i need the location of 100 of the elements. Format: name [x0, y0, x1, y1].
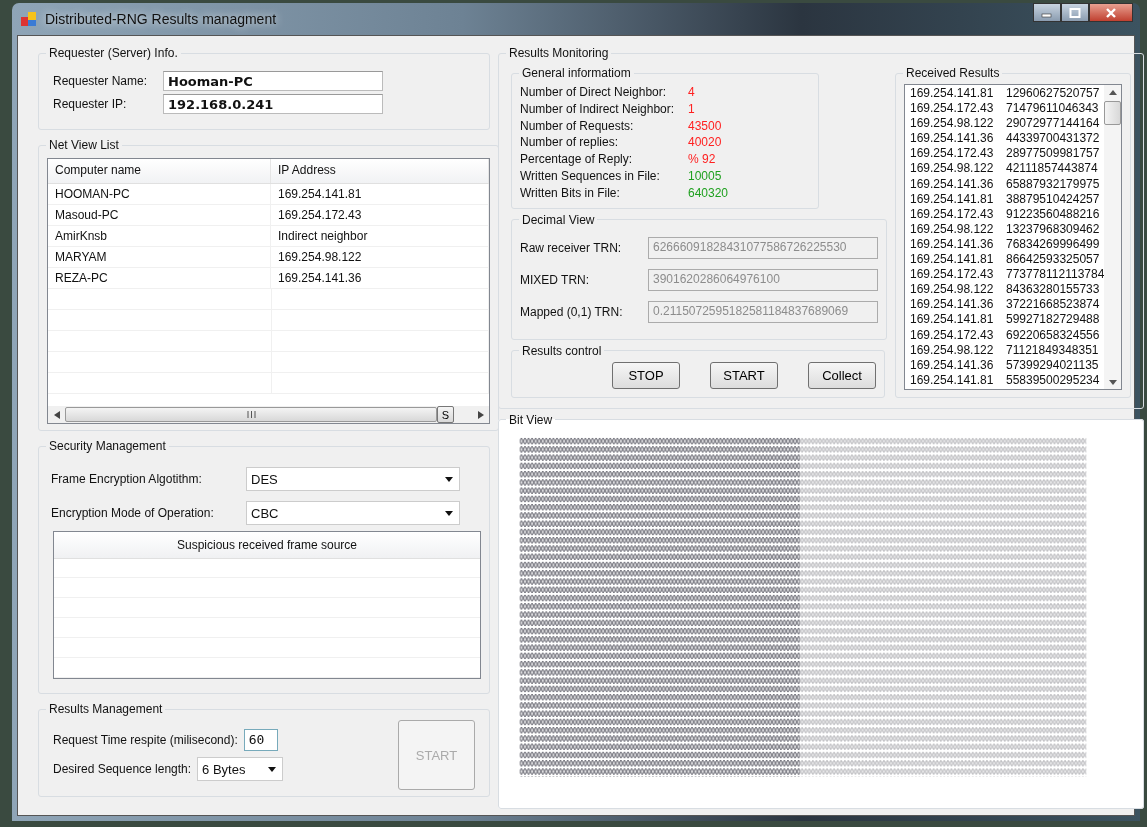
table-cell: 169.254.172.43 — [271, 205, 489, 225]
dropdown-value: DES — [251, 471, 278, 487]
stat-label: Number of Direct Neighbor: — [520, 84, 668, 101]
column-header[interactable]: IP Address — [271, 159, 489, 183]
field-label: Raw receiver TRN: — [520, 240, 623, 255]
control-button[interactable]: STOP — [612, 361, 680, 389]
ip-address: 169.254.172.43 — [910, 101, 995, 117]
group-title: Results control — [521, 343, 603, 358]
stat-value: 43500 — [688, 117, 722, 135]
result-number: 57399294021135 — [1006, 357, 1099, 373]
ip-address: 169.254.141.36 — [910, 357, 995, 373]
ip-address: 169.254.141.36 — [910, 131, 995, 147]
result-number: 69220658324556 — [1006, 327, 1100, 343]
stat-value: 1 — [688, 100, 695, 118]
dropdown-value: 6 Bytes — [202, 761, 246, 777]
stat-value: 40020 — [688, 134, 722, 152]
result-number: 12960627520757 — [1006, 86, 1100, 102]
field-label: Requester IP: — [53, 97, 128, 111]
table-cell: REZA-PC — [48, 268, 271, 288]
ip-address: 169.254.141.81 — [910, 191, 995, 207]
group-title: Net View List — [48, 138, 120, 152]
group-title: General informatiom — [521, 66, 632, 80]
dropdown[interactable]: CBC — [246, 501, 460, 525]
ip-address: 169.254.141.81 — [910, 372, 995, 388]
dropdown[interactable]: DES — [246, 467, 460, 491]
table-cell: AmirKnsb — [48, 226, 271, 246]
group-title: Received Results — [905, 66, 1001, 80]
control-button[interactable]: Collect — [808, 361, 876, 389]
field-label: Request Time respite (milisecond): — [53, 733, 238, 747]
vertical-scrollbar[interactable] — [1104, 85, 1122, 389]
minimize-button[interactable] — [1033, 3, 1061, 22]
stat-value: 640320 — [688, 184, 729, 202]
group-title: Results Management — [48, 702, 164, 716]
table-cell: Indirect neighbor — [271, 226, 489, 246]
group-title: Bit View — [508, 412, 554, 427]
group-title: Decimal View — [521, 212, 596, 227]
control-button[interactable]: START — [710, 361, 778, 389]
app-icon — [21, 11, 37, 27]
field-label: Requester Name: — [53, 74, 149, 88]
dropdown[interactable]: 6 Bytes — [197, 757, 284, 781]
window-title: Distributed-RNG Results managment — [45, 11, 278, 27]
table-cell: HOOMAN-PC — [48, 184, 271, 204]
table-cell: MARYAM — [48, 247, 271, 267]
result-number: 71479611046343 — [1006, 101, 1099, 117]
right-arrow-icon — [477, 410, 484, 419]
grip-icon — [246, 411, 256, 418]
number-field[interactable]: 60 — [243, 729, 278, 751]
table-cell: 169.254.141.36 — [271, 268, 489, 288]
text-field[interactable]: 192.168.0.241 — [163, 94, 383, 114]
stat-value: % 92 — [688, 151, 716, 168]
stat-label: Written Bits in File: — [520, 184, 621, 202]
scrollbar-thumb[interactable] — [65, 407, 437, 422]
down-arrow-icon — [1108, 379, 1117, 385]
result-number: 42111857443874 — [1006, 161, 1098, 177]
stat-value: 4 — [688, 84, 695, 101]
result-number: 773778112113784 — [1006, 267, 1105, 283]
field-label: Encryption Mode of Operation: — [51, 506, 215, 520]
caret-icon — [445, 476, 453, 482]
stat-label: Number of Indirect Neighbor: — [520, 100, 676, 118]
result-number: 29072977144164 — [1006, 116, 1100, 132]
scrollbar-thumb[interactable] — [1104, 101, 1122, 125]
table-cell: Masoud-PC — [48, 205, 271, 225]
ip-address: 169.254.98.122 — [910, 282, 995, 298]
left-arrow-icon — [53, 410, 60, 419]
result-number: 55839500295234 — [1006, 372, 1100, 388]
small-button[interactable]: S — [437, 406, 454, 423]
caret-icon — [445, 510, 453, 516]
result-number: 86642593325057 — [1006, 252, 1100, 268]
result-number: 28977509981757 — [1006, 146, 1100, 162]
group-title: Requester (Server) Info. — [48, 46, 179, 60]
up-arrow-icon — [1108, 89, 1117, 95]
stat-label: Percentage of Reply: — [520, 151, 634, 168]
ip-address: 169.254.98.122 — [910, 116, 995, 132]
result-number: 13237968309462 — [1006, 221, 1100, 237]
field-label: Frame Encryption Algotithm: — [51, 472, 203, 486]
field-label: Desired Sequence length: — [53, 762, 192, 776]
maximize-button[interactable] — [1061, 3, 1089, 22]
text-field[interactable]: Hooman-PC — [163, 71, 383, 91]
result-number: 44339700431372 — [1006, 131, 1100, 147]
ip-address: 169.254.98.122 — [910, 221, 995, 237]
field-label: Mapped (0,1) TRN: — [520, 304, 624, 319]
ip-address: 169.254.172.43 — [910, 267, 995, 283]
close-button[interactable] — [1089, 3, 1133, 22]
field-label: MIXED TRN: — [520, 272, 591, 287]
ip-address: 169.254.141.36 — [910, 297, 995, 313]
result-number: 91223560488216 — [1006, 206, 1100, 222]
result-number: 76834269996499 — [1006, 236, 1100, 253]
stat-label: Written Sequences in File: — [520, 168, 661, 185]
result-number: 71121849348351 — [1006, 342, 1099, 358]
group-title: Results Monitoring — [508, 46, 610, 60]
ip-address: 169.254.98.122 — [910, 342, 995, 358]
maximize-icon — [1069, 7, 1081, 18]
ip-address: 169.254.141.81 — [910, 252, 995, 268]
horizontal-scrollbar[interactable]: S — [48, 406, 489, 423]
ip-address: 169.254.141.36 — [910, 236, 995, 253]
result-number: 59927182729488 — [1006, 312, 1100, 328]
column-header[interactable]: Computer name — [48, 159, 271, 183]
dropdown-value: CBC — [251, 505, 279, 521]
ip-address: 169.254.141.81 — [910, 86, 995, 102]
table-cell: 169.254.141.81 — [271, 184, 489, 204]
